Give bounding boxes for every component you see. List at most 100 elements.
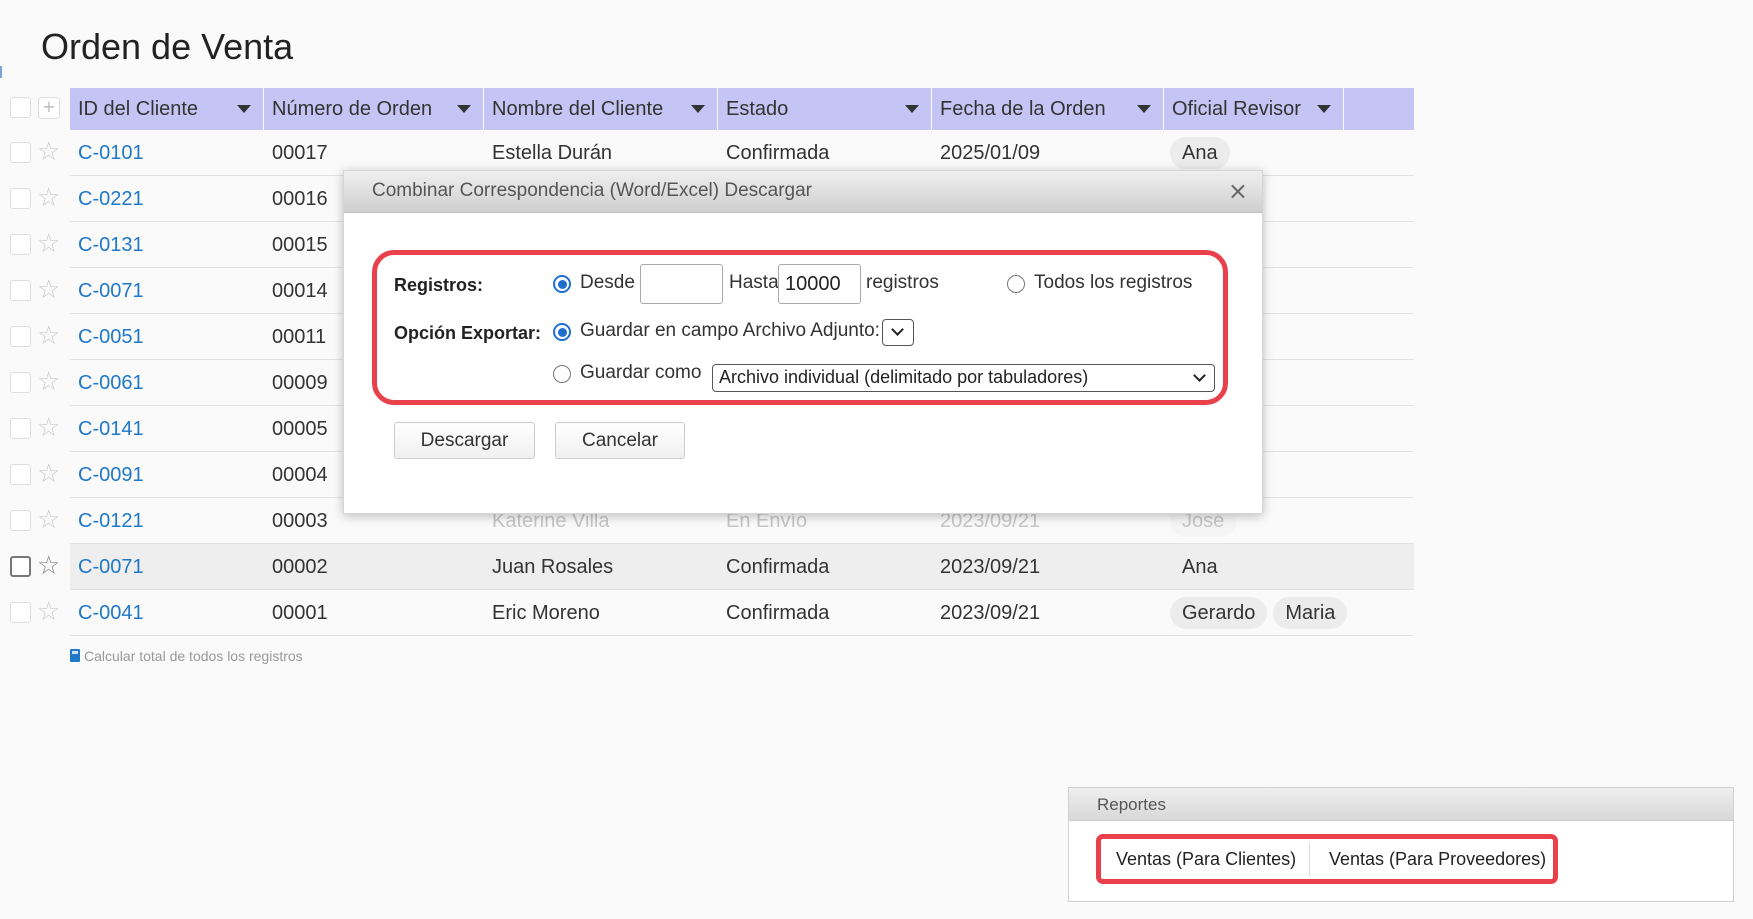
dialog-header: Combinar Correspondencia (Word/Excel) De… <box>344 171 1262 213</box>
app-page: Orden de Venta + ID del Cliente Número de… <box>0 0 1753 919</box>
add-record-icon[interactable]: + <box>38 97 60 119</box>
table-cell: 00009 <box>272 372 328 394</box>
customer-id-link[interactable]: C-0121 <box>78 498 144 544</box>
sort-caret-icon[interactable] <box>1317 105 1331 113</box>
table-cell: 00002 <box>272 556 328 578</box>
star-icon[interactable]: ☆ <box>37 138 60 166</box>
guardar-como-radio[interactable] <box>553 365 571 383</box>
reports-title: Reportes <box>1097 795 1166 814</box>
table-cell: Eric Moreno <box>492 602 600 624</box>
reports-header: Reportes <box>1069 788 1733 821</box>
star-icon[interactable]: ☆ <box>37 276 60 304</box>
customer-id-link[interactable]: C-0071 <box>78 268 144 314</box>
calculator-icon <box>70 649 80 662</box>
customer-id-link[interactable]: C-0061 <box>78 360 144 406</box>
row-checkbox[interactable] <box>10 326 31 347</box>
row-checkbox[interactable] <box>10 234 31 255</box>
column-header-label: Nombre del Cliente <box>492 98 664 120</box>
column-header[interactable]: Nombre del Cliente <box>484 88 718 130</box>
row-divider <box>70 635 1414 636</box>
column-header-label: Estado <box>726 98 789 120</box>
table-cell: Confirmada <box>726 602 830 624</box>
table-cell: 2023/09/21 <box>940 556 1041 578</box>
customer-id-link[interactable]: C-0101 <box>78 130 144 176</box>
column-header-label: ID del Cliente <box>78 98 199 120</box>
sort-caret-icon[interactable] <box>457 105 471 113</box>
report-separator <box>1309 842 1310 876</box>
row-checkbox[interactable] <box>10 464 31 485</box>
star-icon[interactable]: ☆ <box>37 552 60 580</box>
chevron-down-icon <box>1193 369 1206 382</box>
star-icon[interactable]: ☆ <box>37 506 60 534</box>
customer-id-link[interactable]: C-0071 <box>78 544 144 590</box>
desde-input[interactable] <box>640 264 723 304</box>
star-icon[interactable]: ☆ <box>37 414 60 442</box>
cancel-button[interactable]: Cancelar <box>555 422 685 459</box>
customer-id-link[interactable]: C-0141 <box>78 406 144 452</box>
customer-id-link[interactable]: C-0221 <box>78 176 144 222</box>
report-button-clientes[interactable]: Ventas (Para Clientes) <box>1116 843 1296 875</box>
close-icon[interactable]: × <box>1228 179 1248 203</box>
sort-caret-icon[interactable] <box>237 105 251 113</box>
report-button-proveedores[interactable]: Ventas (Para Proveedores) <box>1329 843 1546 875</box>
table-row[interactable]: ☆ C-0071 00002 Juan Rosales Confirmada 2023/0… <box>0 544 1414 590</box>
column-header[interactable]: Oficial Revisor <box>1164 88 1344 130</box>
star-icon[interactable]: ☆ <box>37 598 60 626</box>
table-cell: 00014 <box>272 280 328 302</box>
table-cell: Juan Rosales <box>492 556 614 578</box>
row-checkbox[interactable] <box>10 280 31 301</box>
customer-id-link[interactable]: C-0091 <box>78 452 144 498</box>
customer-id-link[interactable]: C-0131 <box>78 222 144 268</box>
guardar-campo-radio[interactable] <box>553 323 571 341</box>
star-icon[interactable]: ☆ <box>37 184 60 212</box>
reviewer-chip: Ana <box>1170 137 1230 169</box>
column-header[interactable]: Estado <box>718 88 932 130</box>
table-cell: 00003 <box>272 510 328 532</box>
grid-header: ID del Cliente Número de Orden Nombre del … <box>70 88 1414 130</box>
attachment-field-select[interactable] <box>882 319 914 346</box>
download-button[interactable]: Descargar <box>394 422 535 459</box>
hasta-input[interactable]: 10000 <box>778 264 861 304</box>
table-cell: 00016 <box>272 188 328 210</box>
row-checkbox[interactable] <box>10 510 31 531</box>
row-checkbox[interactable] <box>10 556 31 577</box>
column-header[interactable]: Número de Orden <box>264 88 484 130</box>
sort-caret-icon[interactable] <box>1137 105 1151 113</box>
guardar-como-select[interactable]: Archivo individual (delimitado por tabul… <box>712 364 1215 392</box>
row-checkbox[interactable] <box>10 142 31 163</box>
calc-total-label: Calcular total de todos los registros <box>84 648 303 664</box>
reviewer-chip: Gerardo <box>1170 597 1268 629</box>
star-icon[interactable]: ☆ <box>37 322 60 350</box>
select-all-checkbox[interactable] <box>10 97 31 118</box>
table-cell: 00004 <box>272 464 328 486</box>
desde-radio[interactable] <box>553 275 571 293</box>
column-header[interactable]: ID del Cliente <box>70 88 264 130</box>
sort-caret-icon[interactable] <box>905 105 919 113</box>
reports-panel: Reportes Ventas (Para Clientes) Ventas (… <box>1068 787 1734 902</box>
table-row[interactable]: ☆ C-0041 00001 Eric Moreno Confirmada 2023/09… <box>0 590 1414 636</box>
guardar-como-value: Archivo individual (delimitado por tabul… <box>719 367 1089 387</box>
customer-id-link[interactable]: C-0041 <box>78 590 144 636</box>
star-icon[interactable]: ☆ <box>37 368 60 396</box>
calc-total-link[interactable]: Calcular total de todos los registros <box>70 648 303 664</box>
column-header-label: Oficial Revisor <box>1172 98 1301 120</box>
column-header-label: Número de Orden <box>272 98 433 120</box>
todos-radio[interactable] <box>1007 275 1025 293</box>
table-cell: 00017 <box>272 142 328 164</box>
guardar-campo-label: Guardar en campo Archivo Adjunto: <box>580 320 880 341</box>
chevron-down-icon <box>891 323 904 336</box>
star-icon[interactable]: ☆ <box>37 460 60 488</box>
reviewer-chip: Maria <box>1273 597 1348 629</box>
row-checkbox[interactable] <box>10 188 31 209</box>
row-checkbox[interactable] <box>10 372 31 393</box>
column-header[interactable]: Fecha de la Orden <box>932 88 1164 130</box>
row-checkbox[interactable] <box>10 418 31 439</box>
dialog-title: Combinar Correspondencia (Word/Excel) De… <box>372 180 812 201</box>
sort-caret-icon[interactable] <box>691 105 705 113</box>
table-cell: 00005 <box>272 418 328 440</box>
row-checkbox[interactable] <box>10 602 31 623</box>
customer-id-link[interactable]: C-0051 <box>78 314 144 360</box>
table-cell: 00011 <box>272 326 327 348</box>
star-icon[interactable]: ☆ <box>37 230 60 258</box>
table-cell: 00001 <box>272 602 328 624</box>
